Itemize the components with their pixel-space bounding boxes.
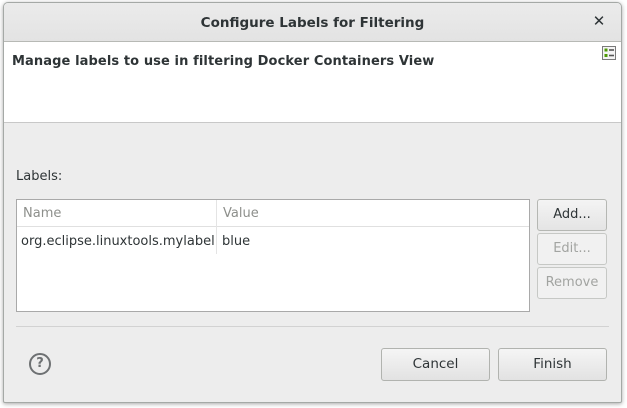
column-header-name[interactable]: Name bbox=[23, 206, 61, 221]
table-header: Name Value bbox=[17, 200, 529, 227]
add-button[interactable]: Add... bbox=[537, 199, 607, 231]
labels-caption: Labels: bbox=[16, 169, 63, 184]
table-row[interactable]: org.eclipse.linuxtools.mylabel blue bbox=[17, 227, 529, 254]
configure-labels-dialog: Configure Labels for Filtering ✕ Manage … bbox=[3, 2, 622, 403]
column-header-value[interactable]: Value bbox=[223, 206, 259, 221]
row-name-cell: org.eclipse.linuxtools.mylabel bbox=[21, 234, 215, 249]
close-icon[interactable]: ✕ bbox=[591, 13, 607, 29]
title-bar: Configure Labels for Filtering ✕ bbox=[4, 3, 621, 42]
help-icon[interactable]: ? bbox=[29, 353, 51, 375]
remove-button[interactable]: Remove bbox=[537, 267, 607, 299]
finish-button[interactable]: Finish bbox=[498, 348, 607, 381]
edit-button[interactable]: Edit... bbox=[537, 233, 607, 265]
footer-separator bbox=[16, 326, 609, 327]
label-list-icon bbox=[602, 46, 616, 60]
labels-table: Name Value org.eclipse.linuxtools.mylabe… bbox=[16, 199, 530, 312]
dialog-title: Configure Labels for Filtering bbox=[200, 15, 425, 31]
cancel-button[interactable]: Cancel bbox=[381, 348, 490, 381]
row-value-cell: blue bbox=[222, 234, 251, 249]
header-message: Manage labels to use in filtering Docker… bbox=[12, 54, 435, 69]
dialog-header: Manage labels to use in filtering Docker… bbox=[4, 42, 621, 123]
